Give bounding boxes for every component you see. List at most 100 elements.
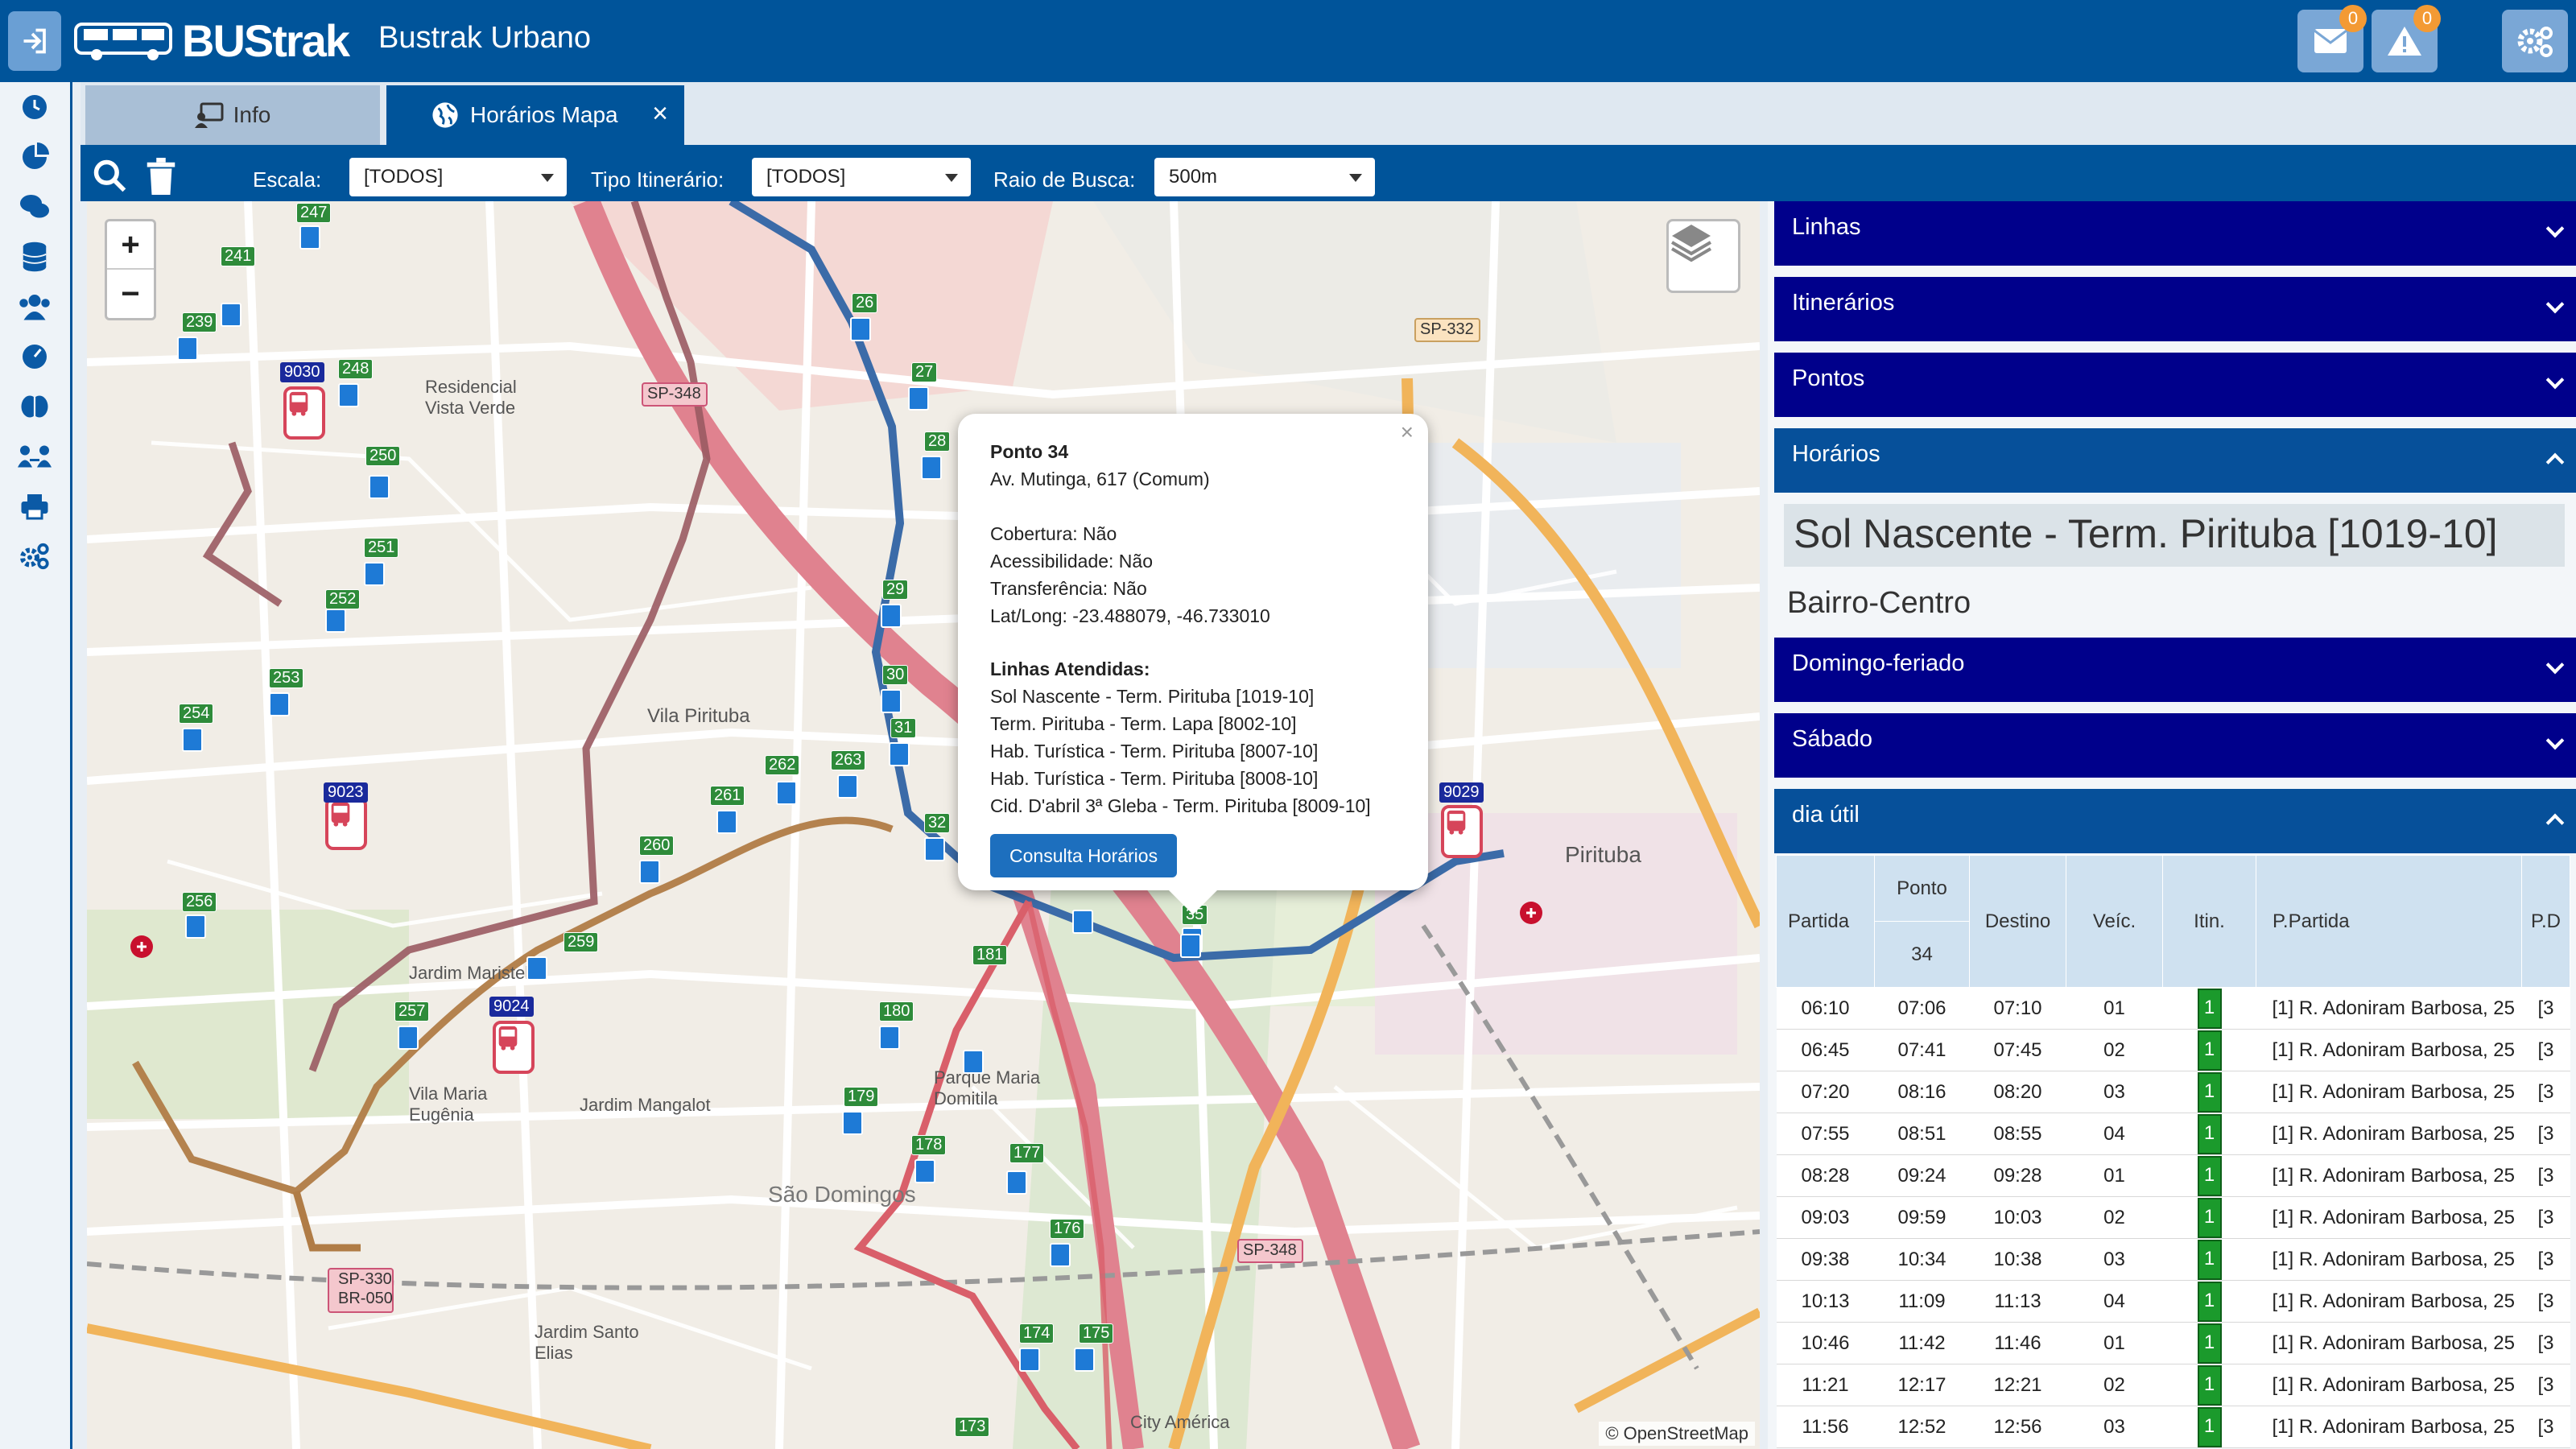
bus-stop-marker[interactable]: [837, 774, 858, 799]
table-row[interactable]: 08:28 09:24 09:28 01 1 [1] R. Adoniram Barbos…: [1776, 1154, 2570, 1197]
bus-stop-marker[interactable]: [914, 1159, 935, 1183]
bus-stop-marker[interactable]: [963, 1050, 984, 1074]
accordion-dia-util[interactable]: dia útil: [1774, 789, 2576, 853]
bus-vehicle-marker[interactable]: [283, 386, 325, 440]
table-row[interactable]: 06:45 07:41 07:45 02 1 [1] R. Adoniram Barbos…: [1776, 1029, 2570, 1071]
alerts-button[interactable]: 0: [2372, 5, 2441, 72]
itinerary-badge[interactable]: 1: [2197, 1323, 2222, 1364]
itinerary-badge[interactable]: 1: [2197, 1113, 2222, 1154]
bus-stop-marker[interactable]: [398, 1026, 419, 1050]
bus-stop-marker[interactable]: [1074, 1348, 1095, 1372]
table-row[interactable]: 07:20 08:16 08:20 03 1 [1] R. Adoniram Barbos…: [1776, 1071, 2570, 1113]
column-header[interactable]: Ponto: [1874, 855, 1970, 922]
accordion-itinerarios[interactable]: Itinerários: [1774, 277, 2576, 341]
bus-stop-marker[interactable]: [879, 1026, 900, 1050]
search-icon[interactable]: [92, 158, 127, 193]
raio-busca-select[interactable]: 500m: [1154, 158, 1375, 196]
bus-stop-marker[interactable]: [185, 914, 206, 939]
itinerary-badge[interactable]: 1: [2197, 1071, 2222, 1113]
map-view[interactable]: SP-348 SP-332 SP-348 SP-330 BR-050 Vila …: [87, 201, 1760, 1449]
selected-stop-34[interactable]: [1180, 934, 1201, 958]
accordion-domingo-feriado[interactable]: Domingo-feriado: [1774, 638, 2576, 702]
column-header[interactable]: Itin.: [2162, 855, 2256, 988]
accordion-horarios[interactable]: Horários: [1774, 428, 2576, 493]
table-row[interactable]: 11:21 12:17 12:21 02 1 [1] R. Adoniram Barbos…: [1776, 1364, 2570, 1406]
bus-stop-marker[interactable]: [716, 810, 737, 834]
tipo-itinerario-select[interactable]: [TODOS]: [752, 158, 971, 196]
bus-stop-marker[interactable]: [526, 956, 547, 980]
pie-chart-icon[interactable]: [14, 137, 55, 177]
bus-stop-marker[interactable]: [921, 456, 942, 480]
bus-stop-marker[interactable]: [177, 336, 198, 361]
users-icon[interactable]: [14, 287, 55, 327]
bus-stop-marker[interactable]: [182, 728, 203, 752]
bus-stop-marker[interactable]: [776, 781, 797, 805]
column-header[interactable]: P.D: [2521, 855, 2570, 988]
table-row[interactable]: 09:03 09:59 10:03 02 1 [1] R. Adoniram Barbos…: [1776, 1196, 2570, 1239]
itinerary-badge[interactable]: 1: [2197, 1406, 2222, 1447]
printer-icon[interactable]: [14, 486, 55, 526]
chat-icon[interactable]: [14, 187, 55, 227]
accordion-sabado[interactable]: Sábado: [1774, 713, 2576, 778]
layers-button[interactable]: [1666, 219, 1740, 293]
column-header[interactable]: Destino: [1969, 855, 2066, 988]
table-row[interactable]: 11:56 12:52 12:56 03 1 [1] R. Adoniram Barbos…: [1776, 1406, 2570, 1448]
column-header[interactable]: Partida: [1776, 855, 1875, 988]
brain-icon[interactable]: [14, 386, 55, 427]
clock-icon[interactable]: [14, 87, 55, 127]
bus-vehicle-marker[interactable]: [493, 1021, 535, 1074]
map-attribution[interactable]: © OpenStreetMap: [1599, 1422, 1755, 1446]
itinerary-badge[interactable]: 1: [2197, 1197, 2222, 1238]
itinerary-badge[interactable]: 1: [2197, 1281, 2222, 1322]
itinerary-badge[interactable]: 1: [2197, 1030, 2222, 1071]
login-button[interactable]: [8, 11, 61, 71]
bus-stop-marker[interactable]: [338, 383, 359, 407]
consulta-horarios-button[interactable]: Consulta Horários: [990, 834, 1178, 877]
table-row[interactable]: 06:10 07:06 07:10 01 1 [1] R. Adoniram Barbos…: [1776, 987, 2570, 1030]
table-row[interactable]: 10:46 11:42 11:46 01 1 [1] R. Adoniram Barbos…: [1776, 1322, 2570, 1364]
bus-stop-marker[interactable]: [299, 225, 320, 250]
bus-stop-marker[interactable]: [269, 692, 290, 716]
bus-stop-marker[interactable]: [369, 475, 390, 499]
itinerary-badge[interactable]: 1: [2197, 1155, 2222, 1196]
cogs-icon[interactable]: [14, 536, 55, 576]
itinerary-badge[interactable]: 1: [2197, 1239, 2222, 1280]
column-header[interactable]: Veíc.: [2066, 855, 2163, 988]
itinerary-badge[interactable]: 1: [2197, 988, 2222, 1029]
database-icon[interactable]: [14, 237, 55, 277]
bus-stop-marker[interactable]: [889, 742, 910, 766]
bus-stop-marker[interactable]: [221, 303, 242, 327]
bus-stop-marker[interactable]: [364, 562, 385, 586]
zoom-in-button[interactable]: +: [107, 221, 154, 270]
escala-select[interactable]: [TODOS]: [349, 158, 567, 196]
user-network-icon[interactable]: [14, 436, 55, 477]
bus-stop-marker[interactable]: [1050, 1243, 1071, 1267]
popup-close-icon[interactable]: ×: [1401, 419, 1414, 446]
bus-stop-marker[interactable]: [1019, 1348, 1040, 1372]
messages-button[interactable]: 0: [2297, 5, 2367, 72]
bus-stop-marker[interactable]: [881, 689, 902, 713]
accordion-pontos[interactable]: Pontos: [1774, 353, 2576, 417]
column-header[interactable]: P.Partida: [2256, 855, 2522, 988]
settings-button[interactable]: [2502, 10, 2568, 72]
zoom-out-button[interactable]: −: [107, 270, 154, 318]
bus-vehicle-marker[interactable]: [325, 797, 367, 850]
gauge-icon[interactable]: [14, 336, 55, 377]
accordion-linhas[interactable]: Linhas: [1774, 201, 2576, 266]
bus-stop-marker[interactable]: [842, 1111, 863, 1135]
trash-icon[interactable]: [145, 158, 177, 195]
bus-stop-marker[interactable]: [850, 317, 871, 341]
bus-stop-marker[interactable]: [639, 860, 660, 884]
bus-stop-marker[interactable]: [1072, 910, 1093, 934]
bus-stop-marker[interactable]: [908, 386, 929, 411]
bus-stop-marker[interactable]: [924, 837, 945, 861]
bus-vehicle-marker[interactable]: [1441, 805, 1483, 858]
table-row[interactable]: 07:55 08:51 08:55 04 1 [1] R. Adoniram Barbos…: [1776, 1113, 2570, 1155]
tab-horarios-mapa[interactable]: Horários Mapa ×: [386, 85, 684, 145]
bus-stop-marker[interactable]: [1006, 1170, 1027, 1195]
bus-stop-marker[interactable]: [325, 609, 346, 633]
table-row[interactable]: 09:38 10:34 10:38 03 1 [1] R. Adoniram Barbos…: [1776, 1238, 2570, 1281]
close-icon[interactable]: ×: [652, 100, 668, 127]
tab-info[interactable]: Info: [85, 85, 380, 145]
itinerary-badge[interactable]: 1: [2197, 1364, 2222, 1406]
